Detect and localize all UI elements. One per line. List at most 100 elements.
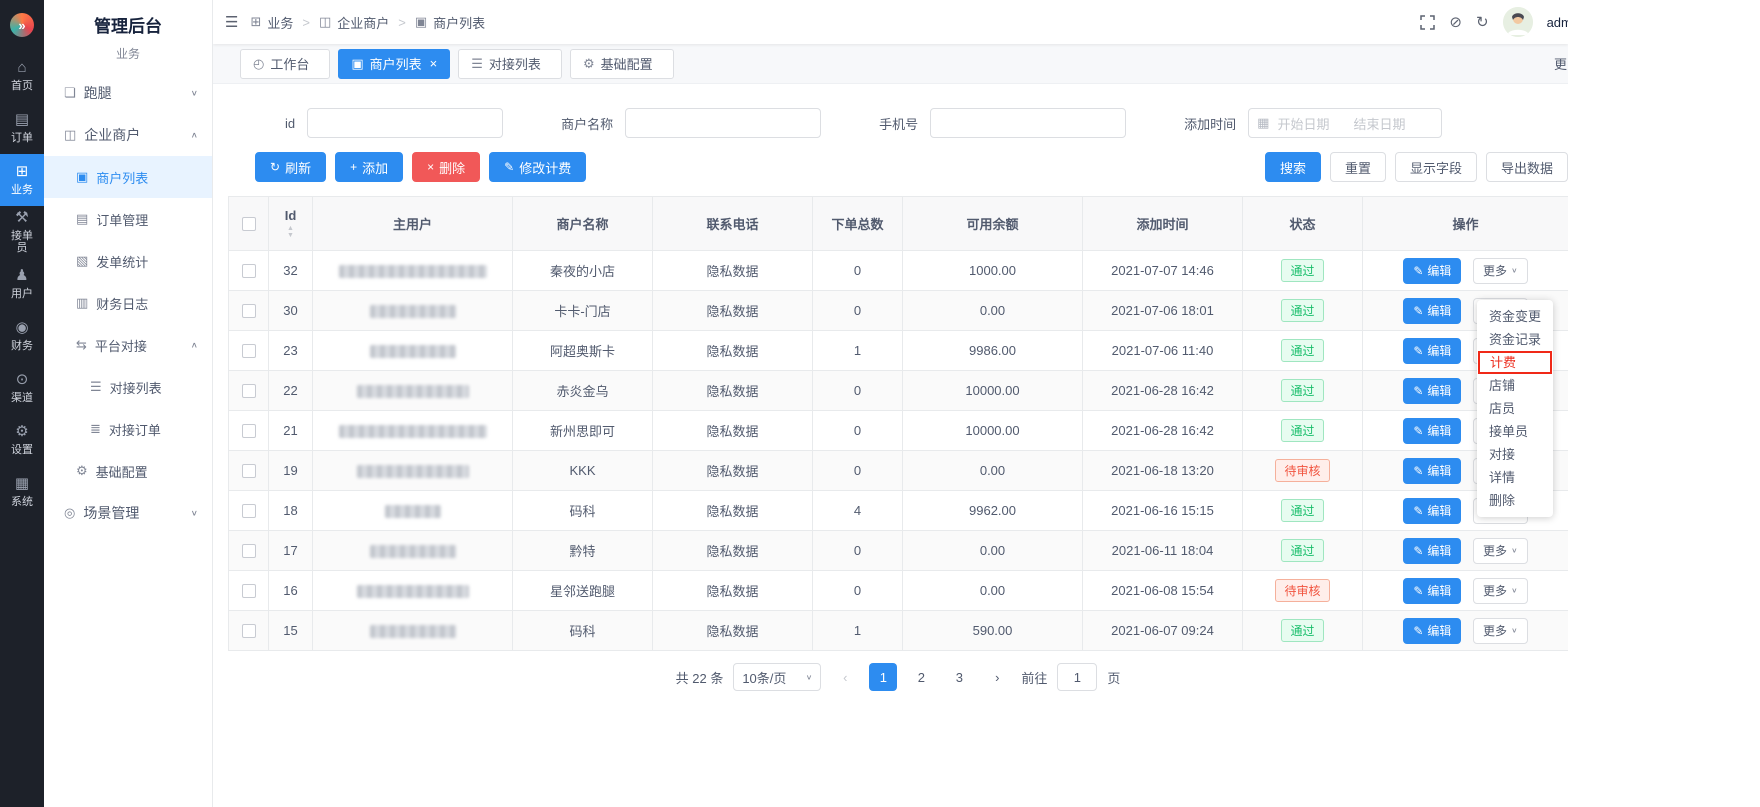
select-all-checkbox[interactable]	[242, 217, 256, 231]
edit-button[interactable]: ✎编辑	[1403, 338, 1461, 364]
sidebar-item[interactable]: ⇆ 平台对接 ∧	[44, 324, 212, 366]
action-button[interactable]: +添加	[335, 152, 403, 182]
edit-button[interactable]: ✎编辑	[1403, 538, 1461, 564]
cell-id: 21	[269, 411, 313, 451]
rail-item[interactable]: ⌂ 首页	[0, 50, 44, 102]
user-avatar[interactable]	[1503, 7, 1533, 37]
username-label[interactable]: admin	[1547, 15, 1568, 30]
tab[interactable]: ▣ 商户列表 ×	[338, 49, 450, 79]
sidebar-item[interactable]: ❏ 跑腿 ∨	[44, 72, 212, 114]
tab-close-icon[interactable]: ×	[430, 56, 438, 71]
menu-item[interactable]: 对接	[1477, 443, 1553, 466]
edit-button[interactable]: ✎编辑	[1403, 498, 1461, 524]
sidebar-item[interactable]: ◎ 场景管理 ∨	[44, 492, 212, 534]
action-button[interactable]: 重置	[1330, 152, 1386, 182]
menu-item[interactable]: 计费	[1478, 351, 1552, 374]
action-button[interactable]: ↻刷新	[255, 152, 326, 182]
sidebar-item[interactable]: ▧ 发单统计	[44, 240, 212, 282]
id-input[interactable]	[307, 108, 503, 138]
sort-icons[interactable]: ▲ ▼	[287, 226, 294, 239]
rail-item[interactable]: ⊙ 渠道	[0, 362, 44, 414]
tab[interactable]: ◴ 工作台	[240, 49, 330, 79]
fullscreen-icon[interactable]	[1420, 15, 1435, 30]
rail-item[interactable]: ◉ 财务	[0, 310, 44, 362]
row-checkbox[interactable]	[242, 504, 256, 518]
row-checkbox[interactable]	[242, 584, 256, 598]
rail-item-icon: ⌂	[17, 60, 26, 77]
menu-item[interactable]: 店员	[1477, 397, 1553, 420]
action-button[interactable]: 搜索	[1265, 152, 1321, 182]
action-button[interactable]: ×删除	[412, 152, 480, 182]
rail-item[interactable]: ▦ 系统	[0, 466, 44, 518]
rail-item[interactable]: ⚒ 接单员	[0, 206, 44, 258]
menu-item[interactable]: 资金变更	[1477, 305, 1553, 328]
cell-balance: 0.00	[903, 291, 1083, 331]
sidebar-item[interactable]: ◫ 企业商户 ∧	[44, 114, 212, 156]
breadcrumb-item[interactable]: 企业商户	[337, 13, 389, 32]
sidebar-item[interactable]: ☰ 对接列表	[44, 366, 212, 408]
date-range-picker[interactable]: ▦ 开始日期 结束日期	[1248, 108, 1442, 138]
edit-button[interactable]: ✎编辑	[1403, 258, 1461, 284]
phone-input[interactable]	[930, 108, 1126, 138]
app-logo[interactable]: »	[0, 0, 44, 50]
cell-order-count: 0	[813, 411, 903, 451]
rail-item[interactable]: ♟ 用户	[0, 258, 44, 310]
goto-page-input[interactable]	[1057, 663, 1097, 691]
sidebar-item[interactable]: ≣ 对接订单	[44, 408, 212, 450]
rail-item[interactable]: ▤ 订单	[0, 102, 44, 154]
menu-item[interactable]: 删除	[1477, 489, 1553, 512]
page-size-select[interactable]: 10条/页 ∨	[733, 663, 821, 691]
next-page-button[interactable]: ›	[983, 663, 1011, 691]
column-header-id[interactable]: Id ▲ ▼	[269, 197, 313, 251]
tabs-more-button[interactable]: 更多	[1554, 54, 1568, 73]
action-button[interactable]: 导出数据	[1486, 152, 1568, 182]
lock-icon[interactable]: ⊘	[1449, 13, 1462, 31]
prev-page-button[interactable]: ‹	[831, 663, 859, 691]
sidebar-item[interactable]: ⚙ 基础配置	[44, 450, 212, 492]
row-checkbox[interactable]	[242, 464, 256, 478]
row-checkbox[interactable]	[242, 384, 256, 398]
more-button[interactable]: 更多∨	[1473, 538, 1528, 564]
row-checkbox[interactable]	[242, 264, 256, 278]
row-checkbox[interactable]	[242, 344, 256, 358]
sidebar-item[interactable]: ▥ 财务日志	[44, 282, 212, 324]
menu-item[interactable]: 接单员	[1477, 420, 1553, 443]
cell-order-count: 0	[813, 371, 903, 411]
refresh-icon[interactable]: ↻	[1476, 13, 1489, 31]
row-checkbox[interactable]	[242, 544, 256, 558]
edit-button[interactable]: ✎编辑	[1403, 578, 1461, 604]
page-number-button[interactable]: 2	[907, 663, 935, 691]
menu-item[interactable]: 店铺	[1477, 374, 1553, 397]
tab[interactable]: ⚙ 基础配置	[570, 49, 674, 79]
tab[interactable]: ☰ 对接列表	[458, 49, 562, 79]
status-badge: 通过	[1281, 619, 1323, 642]
sort-desc-icon[interactable]: ▼	[287, 233, 294, 239]
menu-item[interactable]: 详情	[1477, 466, 1553, 489]
more-button[interactable]: 更多∨	[1473, 618, 1528, 644]
page-number-button[interactable]: 1	[869, 663, 897, 691]
more-button[interactable]: 更多∨	[1473, 258, 1528, 284]
action-button[interactable]: ✎修改计费	[489, 152, 586, 182]
edit-button[interactable]: ✎编辑	[1403, 298, 1461, 324]
sidebar-item[interactable]: ▤ 订单管理	[44, 198, 212, 240]
breadcrumb-item[interactable]: 业务	[267, 13, 293, 32]
more-button[interactable]: 更多∨	[1473, 578, 1528, 604]
sidebar-item[interactable]: ▣ 商户列表	[44, 156, 212, 198]
page-number-button[interactable]: 3	[945, 663, 973, 691]
rail-item[interactable]: ⚙ 设置	[0, 414, 44, 466]
row-checkbox[interactable]	[242, 304, 256, 318]
breadcrumb-item[interactable]: 商户列表	[433, 13, 485, 32]
edit-button[interactable]: ✎编辑	[1403, 458, 1461, 484]
edit-button[interactable]: ✎编辑	[1403, 418, 1461, 444]
sidebar-collapse-icon[interactable]: ☰	[225, 13, 238, 31]
row-checkbox[interactable]	[242, 624, 256, 638]
cell-merchant-name: 码科	[513, 491, 653, 531]
edit-button[interactable]: ✎编辑	[1403, 378, 1461, 404]
menu-item[interactable]: 资金记录	[1477, 328, 1553, 351]
rail-item[interactable]: ⊞ 业务	[0, 154, 44, 206]
merchant-name-input[interactable]	[625, 108, 821, 138]
cell-phone: 隐私数据	[653, 331, 813, 371]
edit-button[interactable]: ✎编辑	[1403, 618, 1461, 644]
row-checkbox[interactable]	[242, 424, 256, 438]
action-button[interactable]: 显示字段	[1395, 152, 1477, 182]
